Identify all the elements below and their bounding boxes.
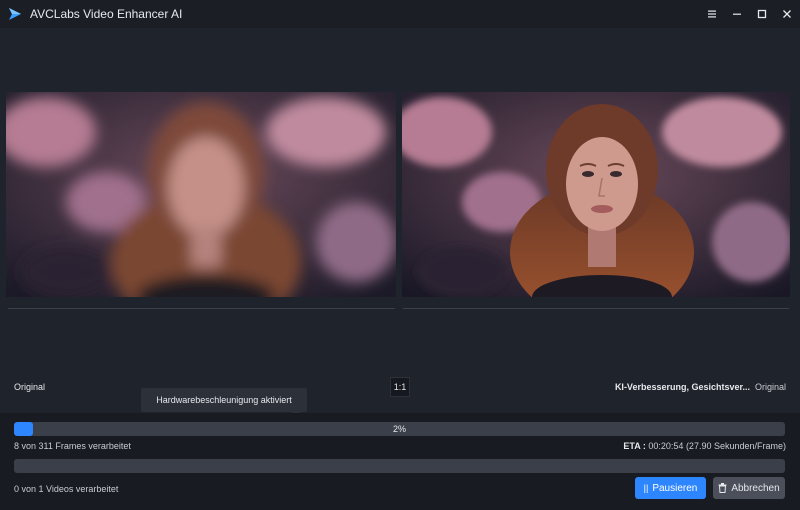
eta-label: ETA : [623,441,646,451]
frame-progress-bar: 2% [14,422,785,436]
hardware-acceleration-tooltip: Hardwarebeschleunigung aktiviert [141,388,307,417]
enhanced-preview [402,92,790,297]
minimize-icon[interactable] [725,0,749,28]
title-bar: AVCLabs Video Enhancer AI [0,0,800,28]
menu-icon[interactable] [700,0,724,28]
app-logo-icon [9,8,21,20]
pause-icon: || [643,483,649,493]
eta-value: 00:20:54 (27.90 Sekunden/Frame) [648,441,786,451]
preview-divider-left [8,308,395,309]
video-progress-bar [14,459,785,473]
original-preview [6,92,396,297]
model-label[interactable]: KI-Verbesserung, Gesichtsver... [615,382,750,392]
close-icon[interactable] [775,0,799,28]
original-label: Original [14,382,46,392]
cancel-button[interactable]: Abbrechen [713,477,785,499]
pause-label: Pausieren [652,482,698,494]
videos-processed-text: 0 von 1 Videos verarbeitet [14,484,119,494]
cancel-label: Abbrechen [731,482,780,494]
right-original-label: Original [754,382,786,392]
frames-processed-text: 8 von 311 Frames verarbeitet [14,441,131,451]
trash-icon [718,483,727,493]
window-controls [700,0,800,28]
progress-percent: 2% [392,424,406,434]
app-title: AVCLabs Video Enhancer AI [30,7,183,21]
preview-divider-right [403,308,789,309]
progress-panel: 2% 8 von 311 Frames verarbeitet ETA : 00… [0,413,800,510]
preview-label-row: Original 1:1 KI-Verbesserung, Gesichtsve… [0,377,800,399]
pause-button[interactable]: || Pausieren [635,477,706,499]
ratio-button[interactable]: 1:1 [390,377,410,397]
eta-text: ETA : 00:20:54 (27.90 Sekunden/Frame) [623,441,786,451]
maximize-icon[interactable] [750,0,774,28]
